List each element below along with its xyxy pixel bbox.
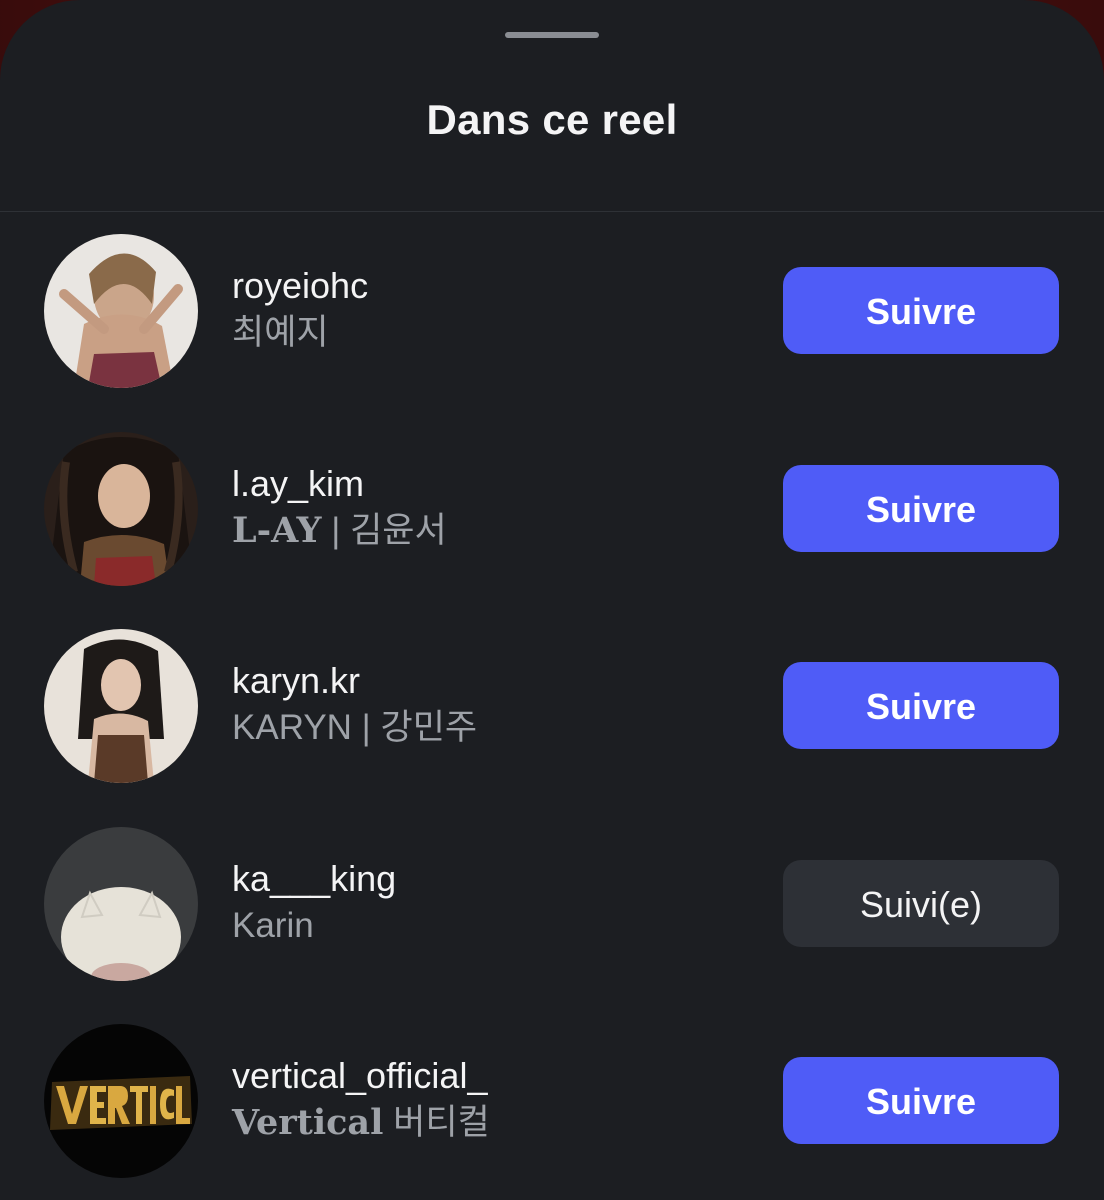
profile-photo-icon — [44, 432, 198, 586]
list-item[interactable]: ka___king Karin Suivi(e) — [0, 827, 1104, 987]
profile-photo-icon — [44, 234, 198, 388]
profile-photo-icon — [44, 629, 198, 783]
vertical-logo-icon — [44, 1024, 198, 1178]
full-name: Vertical 버티컬 — [232, 1098, 490, 1148]
people-in-reel-sheet: Dans ce reel royeiohc 최예지 Suivre l.ay_ki… — [0, 0, 1104, 1200]
list-item[interactable]: karyn.kr KARYN | 강민주 Suivre — [0, 629, 1104, 789]
sheet-title: Dans ce reel — [426, 96, 678, 143]
follow-button[interactable]: Suivre — [783, 465, 1059, 552]
profile-photo-icon — [44, 827, 198, 981]
follow-button[interactable]: Suivre — [783, 662, 1059, 749]
following-button[interactable]: Suivi(e) — [783, 860, 1059, 947]
full-name: Karin — [232, 901, 396, 951]
avatar[interactable] — [44, 234, 198, 388]
avatar[interactable] — [44, 827, 198, 981]
full-name-text: Karin — [232, 906, 314, 945]
full-name-text: 버티컬 — [393, 1103, 490, 1142]
avatar[interactable] — [44, 432, 198, 586]
header-divider — [0, 211, 1104, 212]
list-item[interactable]: vertical_official_ Vertical 버티컬 Suivre — [0, 1024, 1104, 1184]
follow-button[interactable]: Suivre — [783, 267, 1059, 354]
full-name-text: | 김윤서 — [331, 511, 447, 550]
username[interactable]: karyn.kr — [232, 659, 477, 703]
username[interactable]: vertical_official_ — [232, 1054, 490, 1098]
avatar[interactable] — [44, 1024, 198, 1178]
sheet-drag-handle[interactable] — [505, 32, 599, 38]
avatar[interactable] — [44, 629, 198, 783]
full-name-text: KARYN | 강민주 — [232, 708, 478, 747]
username[interactable]: l.ay_kim — [232, 462, 447, 506]
full-name-styled: L-AY — [232, 510, 322, 551]
list-item[interactable]: royeiohc 최예지 Suivre — [0, 234, 1104, 394]
full-name: L-AY | 김윤서 — [232, 506, 447, 556]
full-name: 최예지 — [232, 308, 368, 358]
full-name-text: 최예지 — [232, 313, 329, 352]
full-name-styled: Vertical — [232, 1102, 384, 1143]
username[interactable]: royeiohc — [232, 264, 368, 308]
username[interactable]: ka___king — [232, 857, 396, 901]
list-item[interactable]: l.ay_kim L-AY | 김윤서 Suivre — [0, 432, 1104, 592]
full-name: KARYN | 강민주 — [232, 703, 477, 753]
follow-button[interactable]: Suivre — [783, 1057, 1059, 1144]
